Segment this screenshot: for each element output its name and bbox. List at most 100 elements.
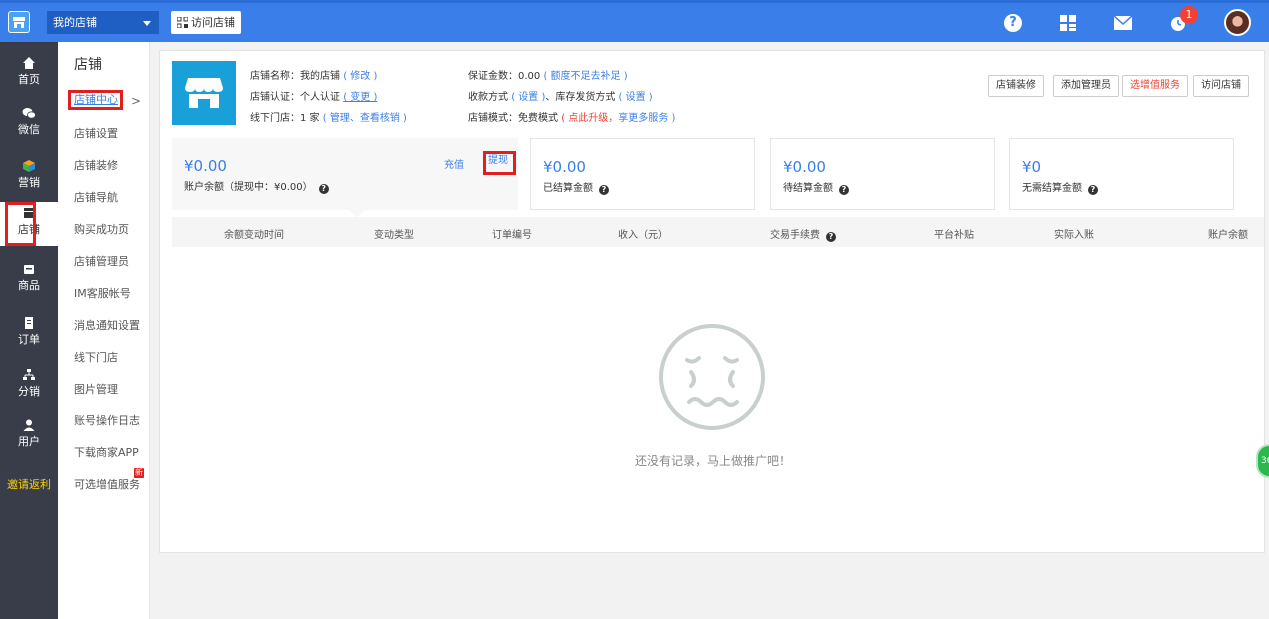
balance-amount: ¥0.00 — [184, 157, 227, 175]
nav-item-home[interactable]: 首页 — [0, 52, 58, 92]
add-admin-button[interactable]: 添加管理员 — [1053, 75, 1119, 97]
nav-item-marketing[interactable]: 营销 — [0, 155, 58, 195]
change-cert-link[interactable]: ( 变更 ) — [343, 92, 377, 103]
submenu-item-value-added-services[interactable]: 可选增值服务 新 — [74, 468, 144, 492]
withdraw-link[interactable]: 提现 — [483, 151, 516, 175]
value-added-services-button[interactable]: 选增值服务 — [1122, 75, 1188, 97]
shop-cert-row: 店铺认证：个人认证 ( 变更 ) — [250, 92, 378, 103]
account-balance-card: ¥0.00 账户余额（提现中：¥0.00）? 充值 提现 — [172, 138, 518, 218]
help-icon[interactable]: ? — [318, 184, 329, 194]
mail-icon[interactable] — [1112, 12, 1134, 34]
column-header: 平台补贴 — [934, 230, 974, 241]
store-select[interactable]: 我的店铺 — [47, 11, 159, 34]
column-header: 余额变动时间 — [224, 230, 284, 241]
column-header: 交易手续费? — [770, 226, 836, 242]
manage-offline-link[interactable]: ( 管理、查看核销 ) — [323, 113, 407, 124]
avatar[interactable] — [1224, 9, 1251, 36]
balance-label: 账户余额（提现中：¥0.00）? — [184, 178, 329, 194]
store-mode-row: 店铺模式：免费模式 ( 点此升级，享更多服务 ) — [468, 113, 676, 124]
store-submenu: 店铺 店铺中心 > 店铺设置 店铺装修 店铺导航 购买成功页 店铺管理员 IM客… — [58, 42, 150, 619]
user-icon — [23, 419, 35, 431]
settled-amount-card: ¥0.00 已结算金额? — [530, 138, 755, 210]
deposit-topup-link[interactable]: ( 额度不足去补足 ) — [543, 71, 627, 82]
submenu-item-store-center[interactable]: 店铺中心 — [68, 90, 123, 110]
submenu-item-store-admins[interactable]: 店铺管理员 — [74, 253, 129, 269]
column-header: 订单编号 — [492, 230, 532, 241]
shop-name-row: 店铺名称：我的店铺 ( 修改 ) — [250, 71, 378, 82]
edit-name-link[interactable]: ( 修改 ) — [343, 71, 377, 82]
no-settle-label: 无需结算金额? — [1022, 179, 1098, 195]
nav-item-wechat[interactable]: 微信 — [0, 102, 58, 142]
submenu-item-account-log[interactable]: 账号操作日志 — [74, 412, 140, 428]
submenu-item-store-navigation[interactable]: 店铺导航 — [74, 189, 118, 205]
home-icon — [23, 57, 35, 69]
submenu-item-image-management[interactable]: 图片管理 — [74, 381, 118, 397]
wechat-icon — [22, 108, 36, 119]
nav-item-label: 微信 — [18, 123, 40, 136]
invite-rebate-link[interactable]: 邀请返利 — [0, 474, 58, 496]
submenu-item-offline-stores[interactable]: 线下门店 — [74, 349, 118, 365]
more-services-link[interactable]: 享更多服务 ) — [618, 113, 675, 124]
nav-item-label: 首页 — [18, 73, 40, 86]
balance-table-header: 余额变动时间 变动类型 订单编号 收入（元） 交易手续费? 平台补贴 实际入账 … — [172, 217, 1264, 247]
recharge-link[interactable]: 充值 — [444, 156, 464, 171]
help-icon[interactable]: ? — [1088, 185, 1098, 195]
store-center-panel: 店铺名称：我的店铺 ( 修改 ) 店铺认证：个人认证 ( 变更 ) 线下门店：1… — [159, 50, 1265, 553]
clipboard-icon — [25, 317, 33, 329]
pending-amount-card: ¥0.00 待结算金额? — [770, 138, 995, 210]
nav-item-users[interactable]: 用户 — [0, 414, 58, 454]
payment-settings-link[interactable]: ( 设置 ) — [511, 92, 545, 103]
submenu-item-label: 可选增值服务 — [74, 478, 140, 491]
no-settle-amount: ¥0 — [1022, 158, 1042, 176]
column-header: 账户余额 — [1208, 230, 1248, 241]
notification-badge: 1 — [1180, 6, 1198, 24]
submenu-item-im-service[interactable]: IM客服帐号 — [74, 285, 131, 301]
pending-label: 待结算金额? — [783, 179, 849, 195]
floating-assistant-button[interactable]: 36 — [1256, 444, 1269, 478]
new-badge: 新 — [134, 468, 144, 478]
chevron-right-icon: > — [131, 94, 142, 108]
submenu-item-download-app[interactable]: 下载商家APP — [74, 444, 139, 460]
column-header: 收入（元） — [618, 230, 668, 241]
column-header: 变动类型 — [374, 230, 414, 241]
main-nav: 首页 微信 营销 店铺 商品 订单 分销 用户 邀请返利 — [0, 42, 58, 619]
visit-store-button[interactable]: 访问店铺 — [171, 11, 241, 34]
nav-item-label: 营销 — [18, 176, 40, 189]
chevron-down-icon — [143, 21, 151, 26]
store-decoration-button[interactable]: 店铺装修 — [988, 75, 1044, 97]
help-icon[interactable]: ? — [599, 185, 609, 195]
submenu-item-store-decoration[interactable]: 店铺装修 — [74, 157, 118, 173]
submenu-item-store-settings[interactable]: 店铺设置 — [74, 125, 118, 141]
submenu-title: 店铺 — [74, 57, 102, 73]
sitemap-icon — [23, 369, 35, 380]
nav-item-label: 用户 — [18, 435, 40, 448]
submenu-item-purchase-success-page[interactable]: 购买成功页 — [74, 221, 129, 237]
nav-item-orders[interactable]: 订单 — [0, 312, 58, 352]
nav-item-goods[interactable]: 商品 — [0, 258, 58, 298]
payment-row: 收款方式 ( 设置 )、库存发货方式 ( 设置 ) — [468, 92, 653, 103]
offline-store-row: 线下门店：1 家 ( 管理、查看核销 ) — [250, 113, 407, 124]
upgrade-link[interactable]: ( 点此升级， — [561, 113, 618, 124]
store-logo-icon[interactable] — [8, 11, 30, 33]
apps-grid-icon[interactable] — [1057, 12, 1079, 34]
help-icon[interactable]: ? — [839, 185, 849, 195]
nav-item-distribution[interactable]: 分销 — [0, 364, 58, 404]
highlight-box — [5, 202, 36, 246]
nav-item-store[interactable]: 店铺 — [0, 202, 58, 246]
settled-amount: ¥0.00 — [543, 158, 586, 176]
sad-face-icon — [659, 324, 765, 430]
qrcode-icon — [177, 17, 188, 28]
no-settle-amount-card: ¥0 无需结算金额? — [1009, 138, 1234, 210]
stock-settings-link[interactable]: ( 设置 ) — [619, 92, 653, 103]
shop-logo-icon — [172, 61, 236, 125]
help-icon[interactable]: ? — [1002, 12, 1024, 34]
empty-state-message: 还没有记录，马上做推广吧！ — [634, 454, 791, 468]
visit-store-label: 访问店铺 — [191, 16, 235, 29]
submenu-item-notification-settings[interactable]: 消息通知设置 — [74, 317, 140, 333]
visit-store-button-secondary[interactable]: 访问店铺 — [1193, 75, 1249, 97]
nav-item-label: 商品 — [18, 279, 40, 292]
nav-item-label: 订单 — [18, 333, 40, 346]
store-select-label: 我的店铺 — [53, 16, 97, 29]
nav-item-label: 分销 — [18, 385, 40, 398]
help-icon[interactable]: ? — [826, 232, 836, 242]
